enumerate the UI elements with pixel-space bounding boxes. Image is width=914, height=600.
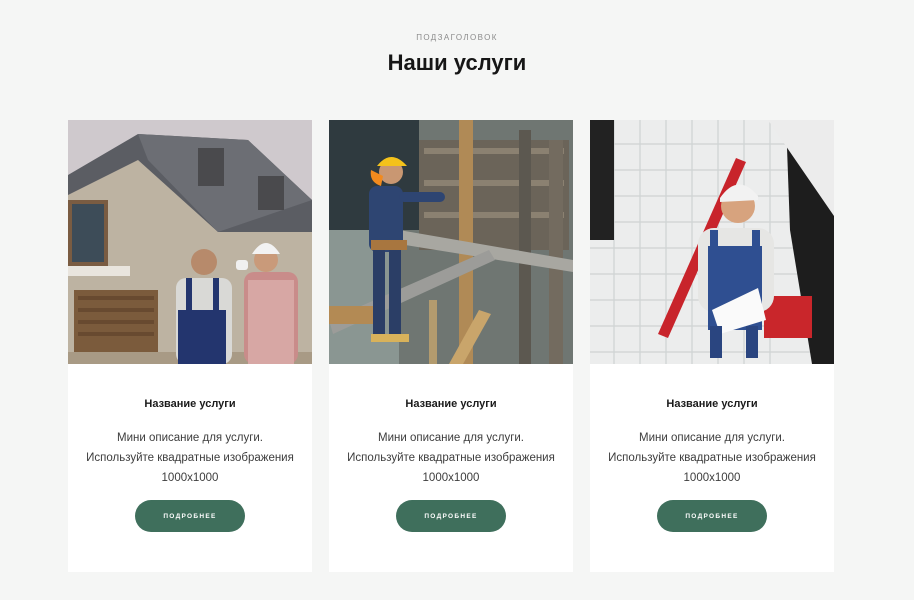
section-title: Наши услуги xyxy=(387,50,527,75)
details-button[interactable]: ПОДРОБНЕЕ xyxy=(135,500,245,532)
card-description: Мини описание для услуги. Используйте кв… xyxy=(590,428,834,488)
card-description-line: Мини описание для услуги. xyxy=(638,432,786,444)
card-description-line: 1000x1000 xyxy=(161,472,219,484)
service-card: Название услуги Мини описание для услуги… xyxy=(68,120,312,572)
card-description-line: Используйте квадратные изображения xyxy=(608,452,816,464)
card-title: Название услуги xyxy=(666,398,758,410)
tiler-worker-photo xyxy=(590,120,834,364)
house-workers-illustration xyxy=(68,120,312,364)
construction-worker-illustration xyxy=(329,120,573,364)
card-description-line: 1000x1000 xyxy=(683,472,741,484)
details-button[interactable]: ПОДРОБНЕЕ xyxy=(396,500,506,532)
card-description-line: Мини описание для услуги. xyxy=(377,432,525,444)
service-card: Название услуги Мини описание для услуги… xyxy=(329,120,573,572)
construction-worker-photo xyxy=(329,120,573,364)
house-workers-photo xyxy=(68,120,312,364)
services-page: ПОДЗАГОЛОВОК Наши услуги Название услуги… xyxy=(0,0,914,600)
section-subtitle: ПОДЗАГОЛОВОК xyxy=(416,33,498,42)
card-title: Название услуги xyxy=(405,398,497,410)
card-description-line: Используйте квадратные изображения xyxy=(347,452,555,464)
card-description: Мини описание для услуги. Используйте кв… xyxy=(329,428,573,488)
card-title: Название услуги xyxy=(144,398,236,410)
tiler-worker-illustration xyxy=(590,120,834,364)
card-description-line: Используйте квадратные изображения xyxy=(86,452,294,464)
card-description-line: 1000x1000 xyxy=(422,472,480,484)
card-description: Мини описание для услуги. Используйте кв… xyxy=(68,428,312,488)
service-card: Название услуги Мини описание для услуги… xyxy=(590,120,834,572)
card-description-line: Мини описание для услуги. xyxy=(116,432,264,444)
details-button[interactable]: ПОДРОБНЕЕ xyxy=(657,500,767,532)
